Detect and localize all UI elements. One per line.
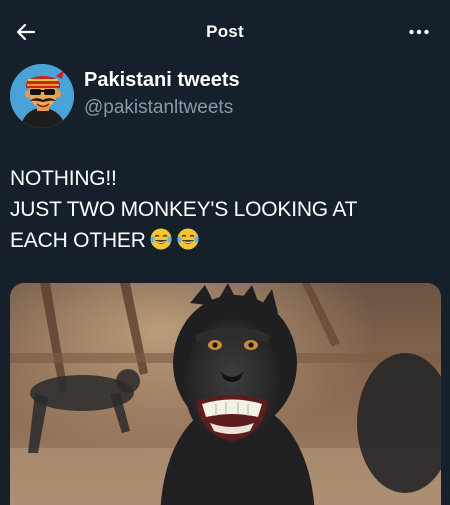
page-title: Post bbox=[206, 22, 244, 41]
monkey-photo bbox=[10, 283, 441, 505]
more-horizontal-icon bbox=[409, 29, 429, 35]
laughing-tears-emoji-icon bbox=[177, 228, 199, 250]
tweet-line-2: JUST TWO MONKEY'S LOOKING AT bbox=[10, 198, 358, 221]
author-name[interactable]: Pakistani tweets bbox=[84, 69, 240, 92]
post-screen: Post Pakistani tweets @pakistanltweets N… bbox=[0, 0, 450, 505]
tweet-line-3: EACH OTHER bbox=[10, 225, 440, 256]
post-author[interactable]: Pakistani tweets @pakistanltweets bbox=[10, 64, 440, 130]
top-bar: Post bbox=[0, 0, 450, 64]
avatar[interactable] bbox=[10, 64, 74, 128]
laughing-tears-emoji-icon bbox=[150, 228, 172, 250]
tweet-text: NOTHING!! JUST TWO MONKEY'S LOOKING AT E… bbox=[10, 163, 440, 256]
tweet-line-1: NOTHING!! bbox=[10, 167, 117, 190]
post-image[interactable] bbox=[10, 283, 441, 505]
author-handle[interactable]: @pakistanltweets bbox=[84, 97, 233, 119]
more-options-button[interactable] bbox=[404, 16, 434, 48]
tweet-line-3-text: EACH OTHER bbox=[10, 229, 146, 252]
